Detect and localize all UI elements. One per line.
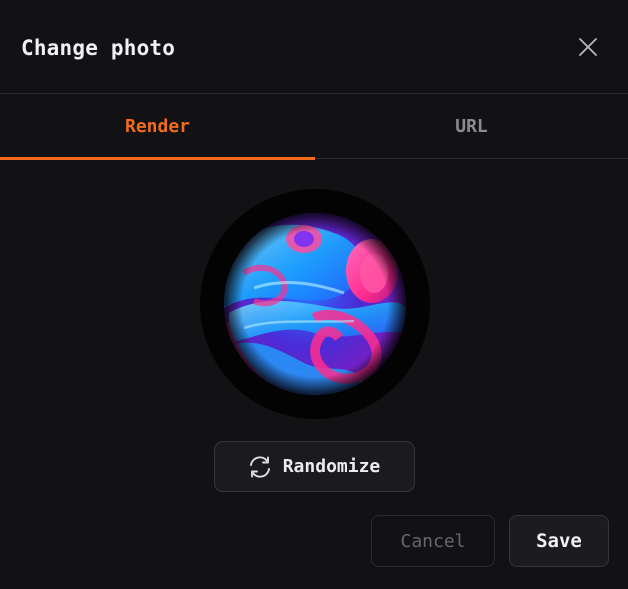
dialog-header: Change photo — [0, 0, 628, 94]
tab-bar: Render URL — [0, 94, 628, 160]
avatar-preview — [224, 213, 406, 395]
refresh-icon — [249, 455, 270, 478]
tab-url-label: URL — [455, 116, 488, 137]
avatar-preview-frame — [200, 189, 430, 419]
dialog-title: Change photo — [21, 36, 176, 60]
change-photo-dialog: Change photo Render URL Randomize Cancel… — [0, 0, 628, 589]
tab-render-label: Render — [124, 116, 191, 137]
avatar-render-image — [224, 213, 406, 395]
tab-render[interactable]: Render — [0, 94, 315, 160]
close-button[interactable] — [574, 33, 602, 61]
randomize-label: Randomize — [282, 456, 381, 477]
save-button[interactable]: Save — [509, 515, 609, 567]
tab-url[interactable]: URL — [315, 94, 628, 159]
close-icon — [579, 38, 597, 56]
cancel-button[interactable]: Cancel — [371, 515, 495, 567]
randomize-button[interactable]: Randomize — [214, 441, 415, 492]
